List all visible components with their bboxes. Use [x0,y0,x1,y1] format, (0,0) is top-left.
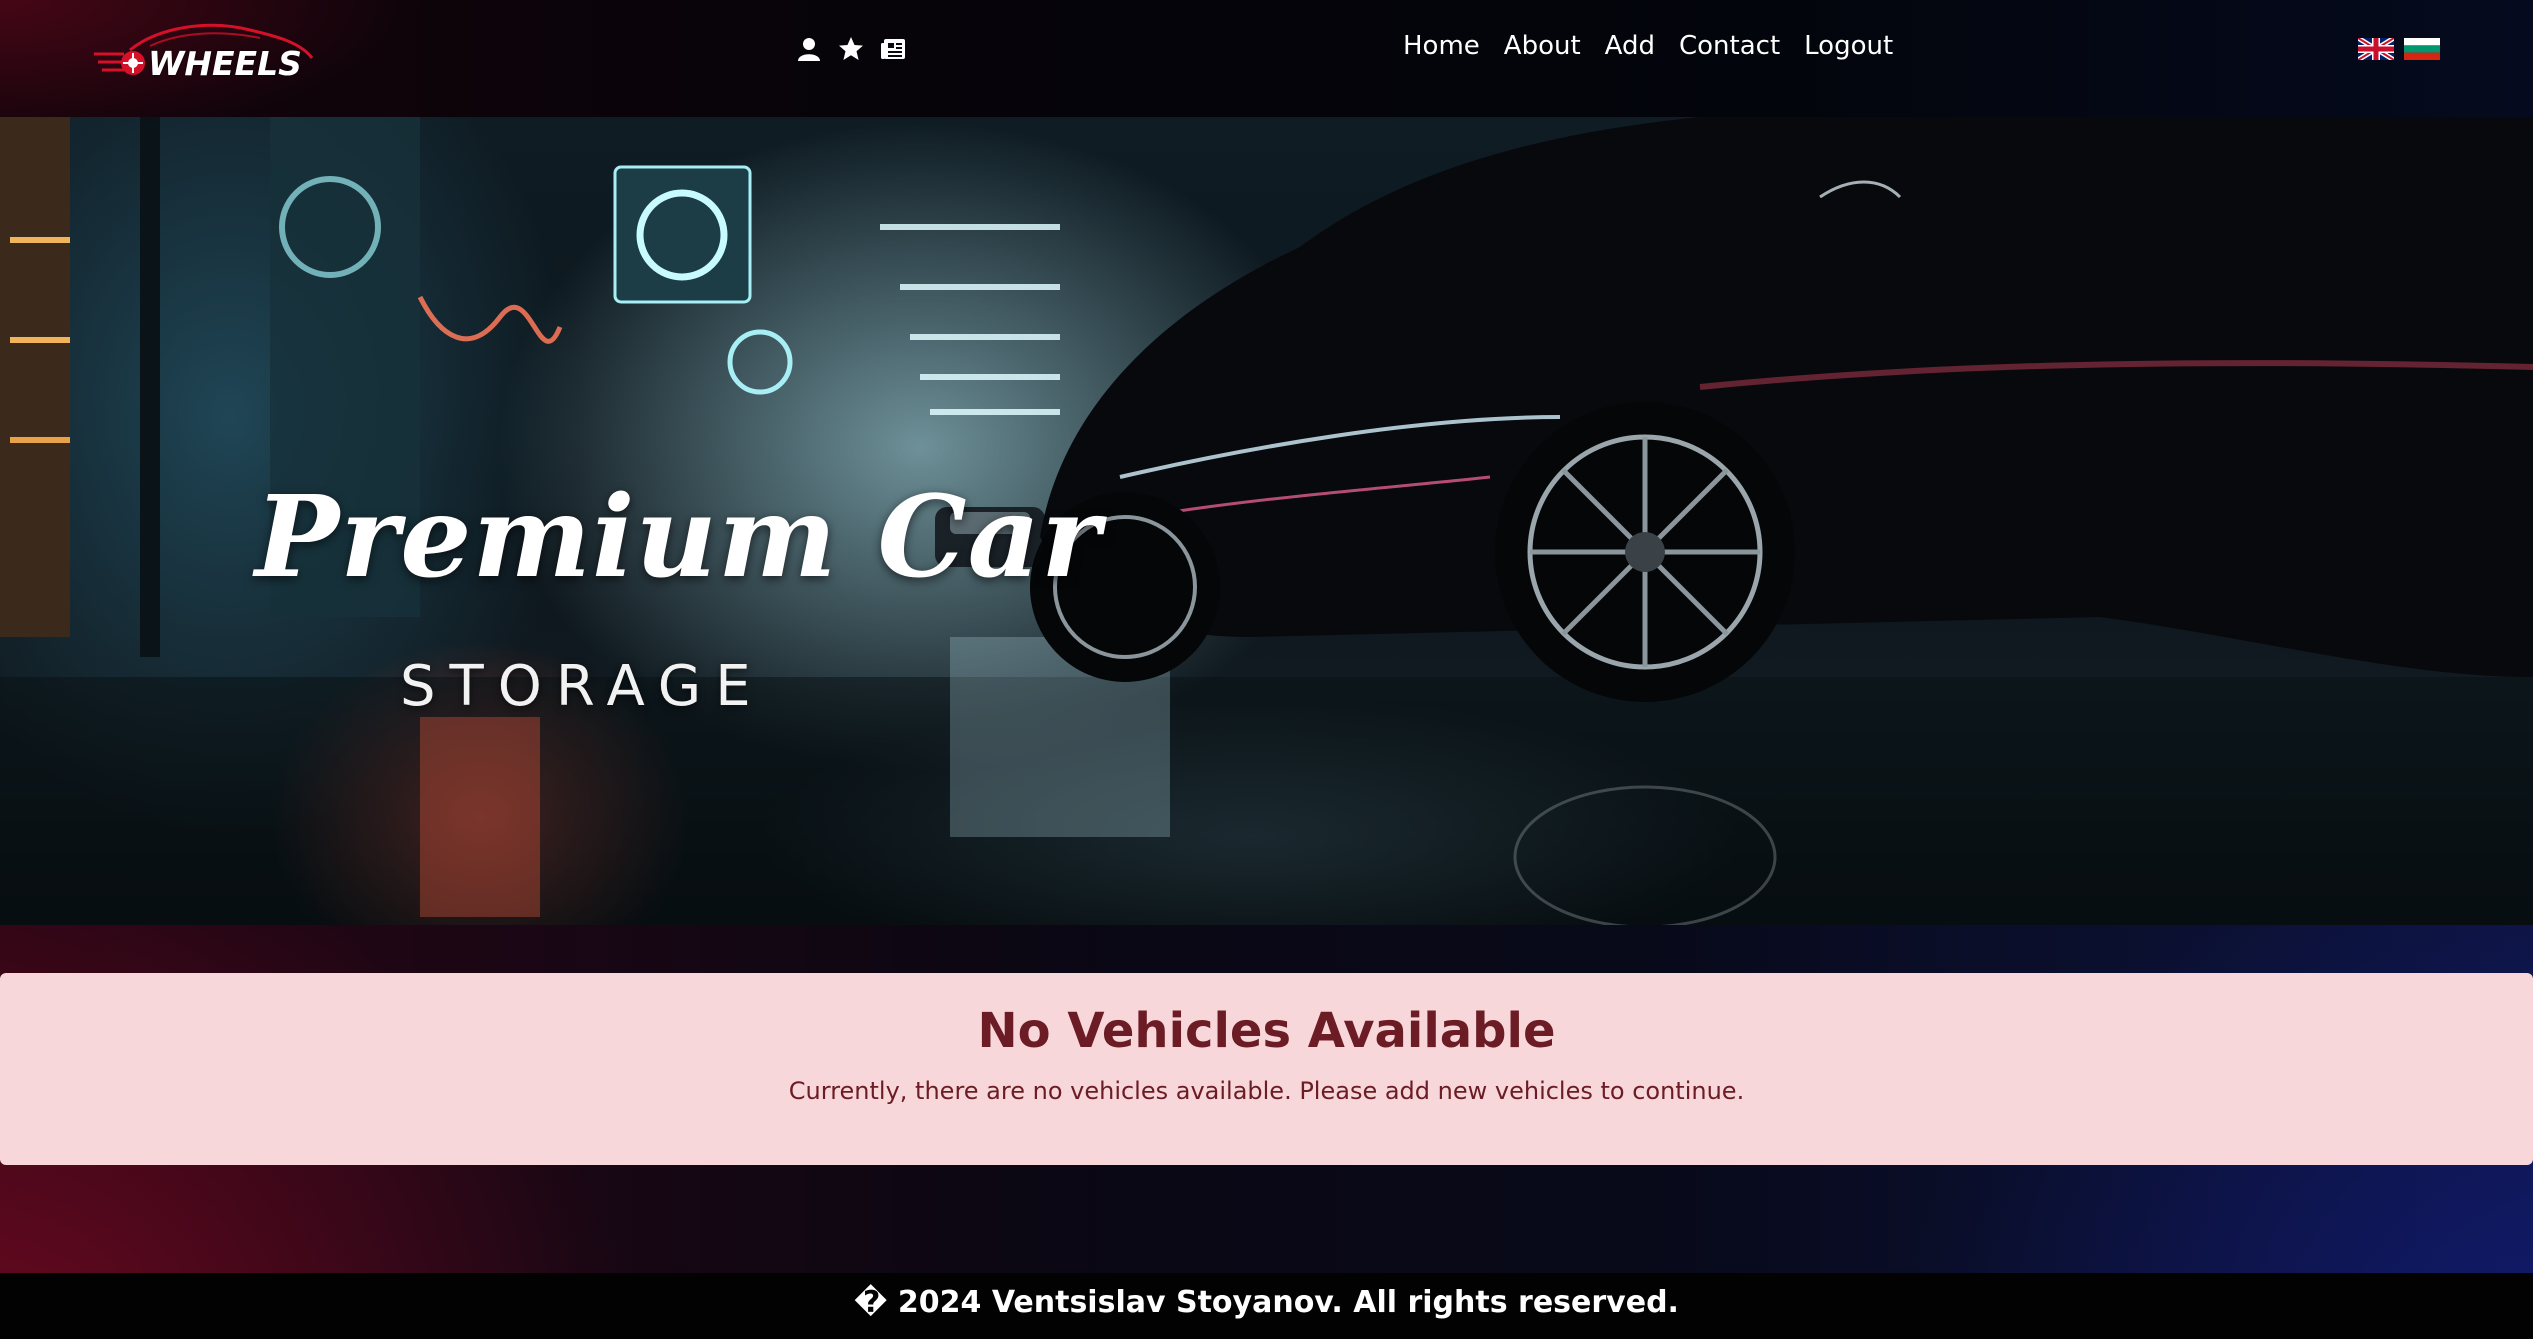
copyright-text: � 2024 Ventsislav Stoyanov. All rights r… [854,1285,1679,1320]
footer: � 2024 Ventsislav Stoyanov. All rights r… [0,1273,2533,1339]
nav-add-link[interactable]: Add [1605,31,1655,61]
bulgaria-flag-icon[interactable] [2404,38,2440,60]
uk-flag-icon[interactable] [2358,38,2394,60]
nav-icon-group [796,34,906,64]
hero-banner: Premium Car STORAGE [0,117,2533,925]
language-switcher [2358,38,2440,60]
brand-name: WHEELS [148,44,302,83]
alert-title: No Vehicles Available [977,1003,1556,1059]
no-vehicles-alert: No Vehicles Available Currently, there a… [0,973,2533,1165]
star-icon[interactable] [838,36,864,62]
nav-logout-link[interactable]: Logout [1804,31,1893,61]
hero-title: Premium Car [255,472,1102,603]
nav-about-link[interactable]: About [1504,31,1581,61]
brand-logo[interactable]: WHEELS [90,16,320,88]
newspaper-icon[interactable] [880,36,906,62]
hero-subtitle: STORAGE [400,654,765,719]
main-nav: Home About Add Contact Logout [1403,31,1893,61]
nav-contact-link[interactable]: Contact [1679,31,1780,61]
navbar: WHEELS Home About Add Contact Logout [0,0,2533,117]
nav-home-link[interactable]: Home [1403,31,1480,61]
user-icon[interactable] [796,36,822,62]
alert-message: Currently, there are no vehicles availab… [788,1077,1745,1105]
